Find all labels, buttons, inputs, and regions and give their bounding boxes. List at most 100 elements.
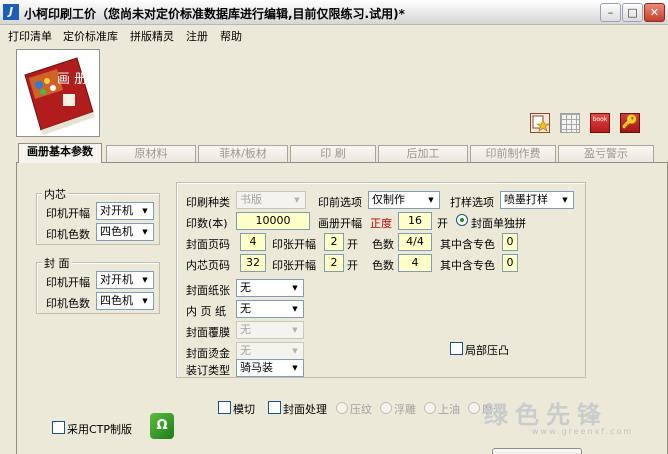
quantity-label: 印数(本) — [186, 217, 228, 230]
proof-label: 打样选项 — [450, 196, 494, 209]
close-button[interactable]: ✕ — [644, 3, 665, 22]
inner-color-label: 印机色数 — [46, 228, 90, 241]
inner-pages-label: 内芯页码 — [186, 259, 230, 272]
menu-pricing-db[interactable]: 定价标准库 — [63, 28, 118, 44]
grid-icon[interactable] — [560, 113, 580, 133]
inner-size-select[interactable]: 对开机 ▼ — [96, 202, 154, 220]
cover-process-checkbox[interactable] — [268, 401, 281, 414]
lamination-select[interactable]: 无 ▼ — [236, 321, 304, 339]
cover-paper-select[interactable]: 无 ▼ — [236, 279, 304, 297]
cover-pages-input[interactable]: 4 — [240, 233, 266, 251]
inner-sheet-unit: 开 — [347, 259, 358, 272]
inner-size-label: 印机开幅 — [46, 207, 90, 220]
binding-label: 装订类型 — [186, 364, 230, 377]
product-image-title: 画 册 — [57, 72, 87, 87]
binding-select[interactable]: 骑马装 ▼ — [236, 359, 304, 377]
ctp-checkbox[interactable] — [52, 421, 65, 434]
book-icon[interactable]: book — [590, 113, 610, 133]
star-icon[interactable] — [530, 113, 550, 133]
cover-spot-input[interactable]: 0 — [502, 233, 518, 251]
window-title: 小柯印刷工价（您尚未对定价标准数据库进行编辑,目前仅限练习.试用)* — [24, 7, 405, 21]
inner-paper-label: 内 页 纸 — [186, 305, 226, 318]
cover-sheet-size-label: 印张开幅 — [272, 238, 316, 251]
cover-size-select[interactable]: 对开机 ▼ — [96, 271, 154, 289]
cover-paper-label: 封面纸张 — [186, 284, 230, 297]
maximize-button[interactable]: □ — [622, 3, 643, 22]
chevron-down-icon: ▼ — [428, 196, 434, 204]
cover-color-select[interactable]: 四色机 ▼ — [96, 292, 154, 310]
ctp-label: 采用CTP制版 — [67, 423, 133, 436]
tab-printing[interactable]: 印 刷 — [290, 145, 376, 162]
key-icon[interactable]: 🔑 — [620, 113, 640, 133]
inner-pages-input[interactable]: 32 — [240, 254, 266, 272]
cover-single-radio[interactable] — [456, 214, 468, 226]
die-cut-label: 模切 — [233, 403, 255, 416]
watermark-url: www.greenxf.com — [532, 427, 634, 436]
menu-imposition[interactable]: 拼版精灵 — [130, 28, 174, 44]
cover-spot-label: 其中含专色 — [440, 238, 495, 251]
inner-group-legend: 内芯 — [42, 186, 68, 202]
menu-register[interactable]: 注册 — [186, 28, 208, 44]
ctp-logo-icon: Ω — [150, 413, 174, 439]
inner-colors-input[interactable]: 4 — [398, 254, 432, 272]
cover-sheet-size-input[interactable]: 2 — [324, 233, 344, 251]
chevron-down-icon: ▼ — [292, 305, 298, 313]
foil-select[interactable]: 无 ▼ — [236, 342, 304, 360]
chevron-down-icon: ▼ — [562, 196, 568, 204]
lamination-label: 封面覆膜 — [186, 326, 230, 339]
chevron-down-icon: ▼ — [292, 364, 298, 372]
album-size-label: 画册开幅 — [318, 217, 362, 230]
relief-label: 浮雕 — [394, 403, 416, 416]
inner-sheet-size-label: 印张开幅 — [272, 259, 316, 272]
chevron-down-icon: ▼ — [292, 347, 298, 355]
chevron-down-icon: ▼ — [142, 276, 148, 284]
tab-profit-warning[interactable]: 盈亏警示 — [558, 145, 654, 162]
tab-prepress-fee[interactable]: 印前制作费 — [470, 145, 556, 162]
cover-colors-label: 色数 — [372, 238, 394, 251]
partial-emboss-checkbox[interactable] — [450, 342, 463, 355]
emboss-pattern-radio[interactable] — [336, 402, 348, 414]
inner-spot-label: 其中含专色 — [440, 259, 495, 272]
minimize-button[interactable]: – — [600, 3, 621, 22]
chevron-down-icon: ▼ — [292, 284, 298, 292]
foil-label: 封面烫金 — [186, 347, 230, 360]
inner-color-select[interactable]: 四色机 ▼ — [96, 223, 154, 241]
cover-colors-input[interactable]: 4/4 — [398, 233, 432, 251]
cover-group-legend: 封 面 — [42, 255, 72, 271]
proof-select[interactable]: 喷墨打样 ▼ — [500, 191, 574, 209]
inner-spot-input[interactable]: 0 — [502, 254, 518, 272]
print-type-label: 印刷种类 — [186, 196, 230, 209]
relief-radio[interactable] — [380, 402, 392, 414]
partial-emboss-label: 局部压凸 — [465, 344, 509, 357]
polish-radio[interactable] — [468, 402, 480, 414]
cover-color-label: 印机色数 — [46, 297, 90, 310]
menu-bar: 打印清单 定价标准库 拼版精灵 注册 帮助 — [0, 25, 668, 44]
tab-post-processing[interactable]: 后加工 — [378, 145, 468, 162]
print-type-select[interactable]: 书版 ▼ — [236, 191, 306, 209]
album-size-input[interactable]: 16 — [398, 212, 432, 230]
title-bar[interactable]: J 小柯印刷工价（您尚未对定价标准数据库进行编辑,目前仅限练习.试用)* – □… — [0, 0, 668, 25]
emboss-pattern-label: 压纹 — [350, 403, 372, 416]
bottom-button[interactable] — [492, 448, 582, 454]
inner-sheet-size-input[interactable]: 2 — [324, 254, 344, 272]
album-size-direction: 正度 — [370, 217, 392, 230]
chevron-down-icon: ▼ — [142, 228, 148, 236]
product-image: 画 册 — [16, 49, 100, 137]
chevron-down-icon: ▼ — [142, 207, 148, 215]
tab-album-basic[interactable]: 画册基本参数 — [18, 143, 102, 163]
tab-raw-materials[interactable]: 原材料 — [106, 145, 196, 162]
varnish-radio[interactable] — [424, 402, 436, 414]
inner-colors-label: 色数 — [372, 259, 394, 272]
cover-pages-label: 封面页码 — [186, 238, 230, 251]
cover-single-label: 封面单独拼 — [471, 217, 526, 230]
cover-size-label: 印机开幅 — [46, 276, 90, 289]
quantity-input[interactable]: 10000 — [236, 212, 310, 230]
tab-film-plates[interactable]: 菲林/板材 — [198, 145, 288, 162]
menu-help[interactable]: 帮助 — [220, 28, 242, 44]
chevron-down-icon: ▼ — [292, 326, 298, 334]
menu-print-list[interactable]: 打印清单 — [8, 28, 52, 44]
cover-process-label: 封面处理 — [283, 403, 327, 416]
die-cut-checkbox[interactable] — [218, 401, 231, 414]
inner-paper-select[interactable]: 无 ▼ — [236, 300, 304, 318]
prepress-select[interactable]: 仅制作 ▼ — [368, 191, 440, 209]
